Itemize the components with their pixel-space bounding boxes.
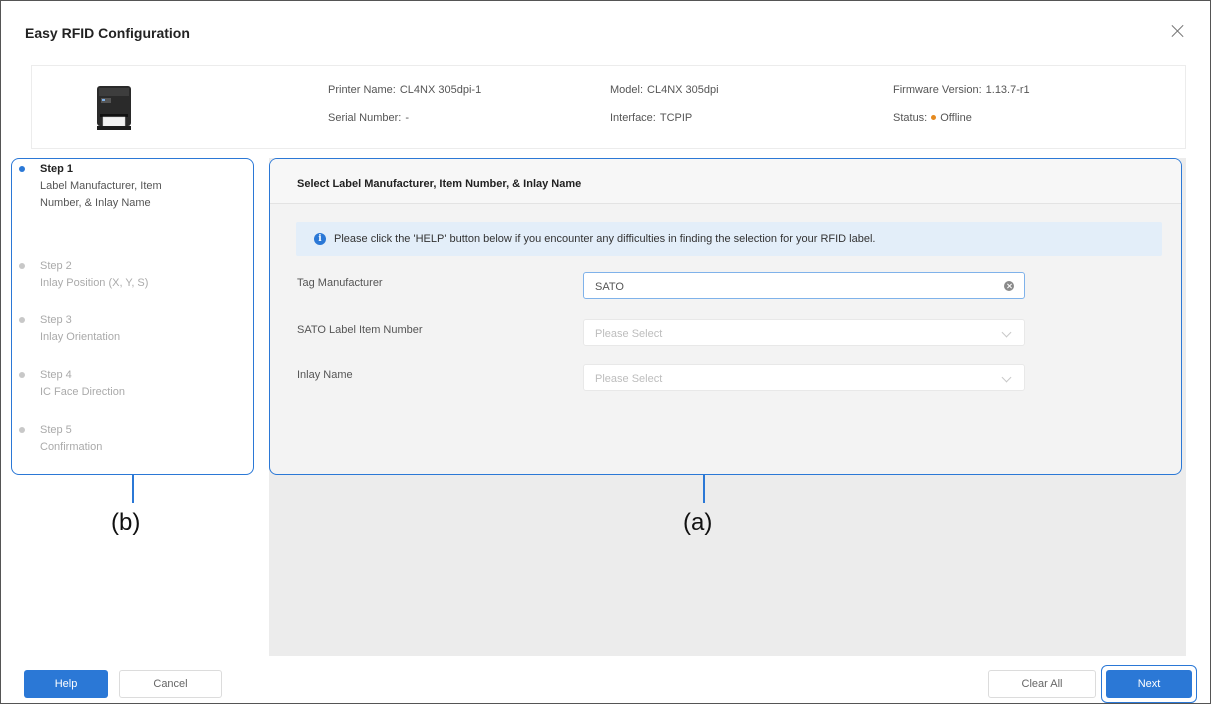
callout-a-line: [703, 475, 705, 503]
step-dot-icon: [19, 263, 25, 269]
step-description: Inlay Orientation: [40, 331, 121, 343]
step-dot-icon: [19, 427, 25, 433]
panel-title: Select Label Manufacturer, Item Number, …: [297, 178, 582, 190]
step-title: Step 5: [40, 424, 72, 436]
item-number-label: SATO Label Item Number: [297, 324, 423, 336]
step-title: Step 1: [40, 163, 74, 175]
callout-b-label: (b): [111, 509, 141, 536]
close-icon[interactable]: [1170, 23, 1186, 39]
step-title: Step 4: [40, 369, 72, 381]
firmware-value: 1.13.7-r1: [985, 84, 1030, 96]
tag-manufacturer-label: Tag Manufacturer: [297, 277, 383, 289]
help-button[interactable]: Help: [24, 670, 108, 698]
tag-manufacturer-value: SATO: [595, 281, 624, 293]
callout-a-label: (a): [683, 509, 713, 536]
item-number-placeholder: Please Select: [595, 328, 663, 340]
item-number-select[interactable]: Please Select: [583, 319, 1025, 346]
step-title: Step 2: [40, 260, 72, 272]
step-2[interactable]: Step 2 Inlay Position (X, Y, S): [19, 258, 240, 292]
printer-name: Printer Name: CL4NX 305dpi-1: [328, 84, 481, 96]
printer-interface: Interface: TCPIP: [610, 112, 692, 124]
printer-model: Model: CL4NX 305dpi: [610, 84, 719, 96]
step-dot-icon: [19, 372, 25, 378]
easy-rfid-dialog: Easy RFID Configuration Printer Name: CL4…: [0, 0, 1211, 704]
cancel-button[interactable]: Cancel: [119, 670, 222, 698]
step-4[interactable]: Step 4 IC Face Direction: [19, 367, 240, 401]
title-bar: Easy RFID Configuration: [1, 1, 1210, 59]
step-dot-icon: [19, 166, 25, 172]
status-label: Status:: [893, 112, 928, 124]
printer-status: Status: Offline: [893, 112, 972, 124]
tag-manufacturer-input[interactable]: SATO: [583, 272, 1025, 299]
chevron-down-icon: [1001, 327, 1012, 338]
interface-value: TCPIP: [659, 112, 693, 124]
panel-header: Select Label Manufacturer, Item Number, …: [270, 159, 1181, 204]
model-value: CL4NX 305dpi: [647, 84, 719, 96]
dialog-title: Easy RFID Configuration: [25, 25, 190, 41]
clear-all-button[interactable]: Clear All: [988, 670, 1096, 698]
inlay-name-placeholder: Please Select: [595, 373, 663, 385]
serial-number: Serial Number: -: [328, 112, 409, 124]
firmware-version: Firmware Version: 1.13.7-r1: [893, 84, 1030, 96]
help-notice-text: Please click the 'HELP' button below if …: [334, 233, 876, 245]
info-icon: i: [314, 233, 326, 245]
step-1[interactable]: Step 1 Label Manufacturer, Item Number, …: [19, 161, 240, 212]
step-description: Confirmation: [40, 441, 103, 453]
inlay-name-label: Inlay Name: [297, 369, 353, 381]
interface-label: Interface:: [610, 112, 656, 124]
selection-panel: Select Label Manufacturer, Item Number, …: [269, 158, 1182, 475]
status-dot-icon: [931, 115, 937, 121]
step-5[interactable]: Step 5 Confirmation: [19, 422, 240, 456]
callout-b-line: [132, 475, 134, 503]
next-button[interactable]: Next: [1106, 670, 1192, 698]
serial-number-label: Serial Number:: [328, 112, 402, 124]
printer-icon: [97, 86, 131, 130]
clear-icon[interactable]: [1004, 281, 1014, 291]
step-description: Label Manufacturer, Item Number, & Inlay…: [40, 180, 162, 209]
inlay-name-select[interactable]: Please Select: [583, 364, 1025, 391]
model-label: Model:: [610, 84, 644, 96]
printer-info-card: Printer Name: CL4NX 305dpi-1 Serial Numbe…: [31, 65, 1186, 149]
chevron-down-icon: [1001, 372, 1012, 383]
step-3[interactable]: Step 3 Inlay Orientation: [19, 312, 240, 346]
step-description: IC Face Direction: [40, 386, 125, 398]
step-description: Inlay Position (X, Y, S): [40, 277, 149, 289]
serial-number-value: -: [405, 112, 410, 124]
help-notice: i Please click the 'HELP' button below i…: [296, 222, 1162, 256]
printer-name-value: CL4NX 305dpi-1: [399, 84, 482, 96]
firmware-label: Firmware Version:: [893, 84, 982, 96]
step-dot-icon: [19, 317, 25, 323]
printer-name-label: Printer Name:: [328, 84, 396, 96]
step-title: Step 3: [40, 314, 72, 326]
steps-sidebar: Step 1 Label Manufacturer, Item Number, …: [11, 158, 254, 475]
status-value: Offline: [940, 112, 972, 124]
